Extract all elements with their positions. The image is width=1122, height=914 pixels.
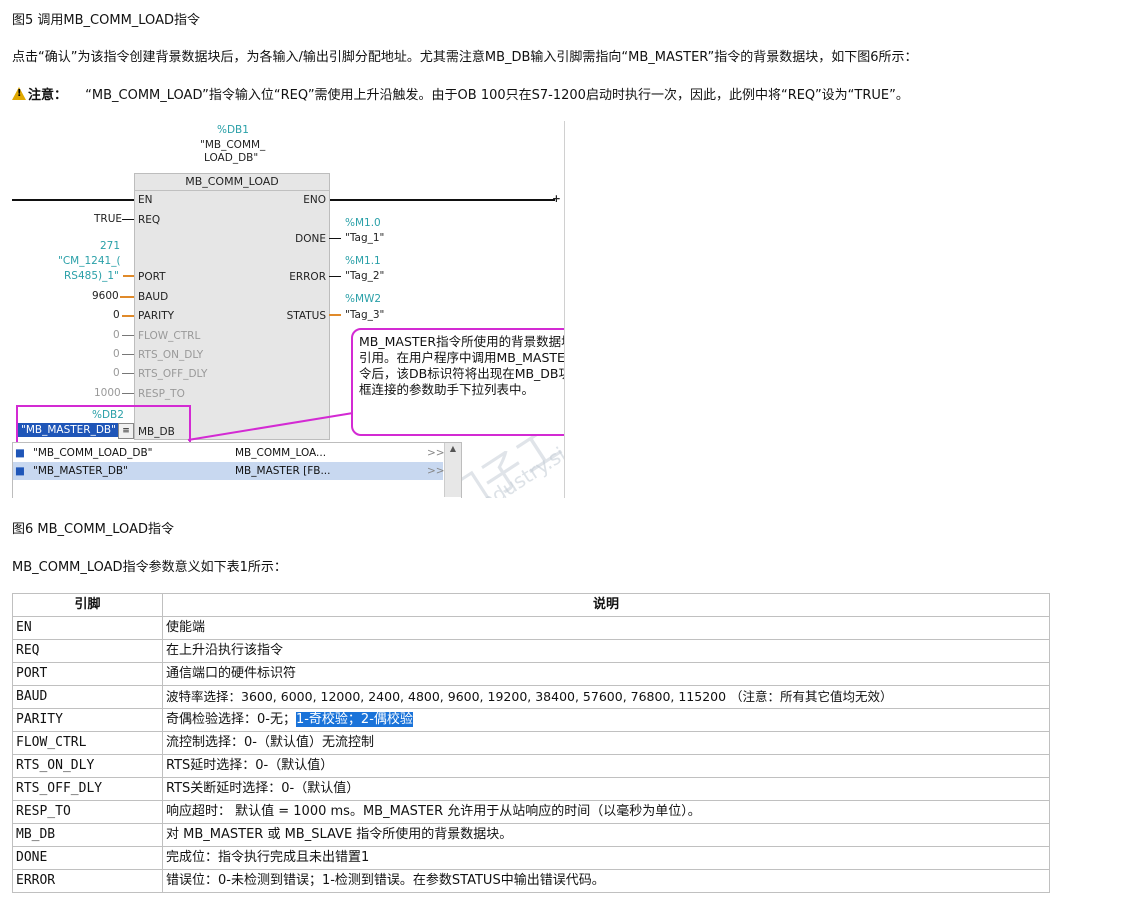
paragraph-intro: 点击“确认”为该指令创建背景数据块后，为各输入/输出引脚分配地址。尤其需注意MB… <box>12 50 918 65</box>
table-row: FLOW_CTRL 流控制选择：0-（默认值）无流控制 <box>12 731 1050 755</box>
table-row: RTS_ON_DLY RTS延时选择：0-（默认值） <box>12 754 1050 778</box>
note-label: 注意： <box>28 88 68 103</box>
cell-pin: PORT <box>12 662 163 686</box>
cell-pin: ERROR <box>12 869 163 893</box>
dropdown-item-name: "MB_COMM_LOAD_DB" <box>33 447 153 459</box>
note-line: 注意： “MB_COMM_LOAD”指令输入位“REQ”需使用上升沿触发。由于O… <box>12 84 909 103</box>
dropdown-item-more[interactable]: >> <box>427 444 445 462</box>
table-row: ERROR 错误位：0-未检测到错误；1-检测到错误。在参数STATUS中输出错误… <box>12 869 1050 893</box>
table-row: EN 使能端 <box>12 616 1050 640</box>
table-row: REQ 在上升沿执行该指令 <box>12 639 1050 663</box>
cell-pin: REQ <box>12 639 163 663</box>
callout-note: MB_MASTER指令所使用的背景数据块的引用。在用户程序中调用MB_MASTE… <box>351 328 564 436</box>
cell-desc: 在上升沿执行该指令 <box>162 639 1050 663</box>
cell-desc: RTS关断延时选择：0-（默认值） <box>162 777 1050 801</box>
cell-desc-text: 奇偶检验选择：0-无； <box>166 712 296 727</box>
cell-pin: EN <box>12 616 163 640</box>
table-row: RTS_OFF_DLY RTS关断延时选择：0-（默认值） <box>12 777 1050 801</box>
cell-pin: PARITY <box>12 708 163 732</box>
table-row: PARITY 奇偶检验选择：0-无；1-奇校验；2-偶校验 <box>12 708 1050 732</box>
cell-pin: FLOW_CTRL <box>12 731 163 755</box>
fig5-caption: 图5 调用MB_COMM_LOAD指令 <box>12 13 200 28</box>
cell-pin: BAUD <box>12 685 163 709</box>
mb-comm-load-diagram: 西门子工业 技术论坛 support.industry.siemens.com/… <box>12 121 565 498</box>
cell-desc: RTS延时选择：0-（默认值） <box>162 754 1050 778</box>
header-pin: 引脚 <box>12 593 163 617</box>
cell-desc: 对 MB_MASTER 或 MB_SLAVE 指令所使用的背景数据块。 <box>162 823 1050 847</box>
selected-text-highlight[interactable]: 1-奇校验；2-偶校验 <box>295 712 413 727</box>
table-intro: MB_COMM_LOAD指令参数意义如下表1所示： <box>12 560 287 575</box>
cell-desc: 使能端 <box>162 616 1050 640</box>
table-row: DONE 完成位：指令执行完成且未出错置1 <box>12 846 1050 870</box>
cell-desc: 波特率选择：3600, 6000, 12000, 2400, 4800, 960… <box>162 685 1050 709</box>
cell-desc: 流控制选择：0-（默认值）无流控制 <box>162 731 1050 755</box>
header-desc: 说明 <box>162 593 1050 617</box>
cell-desc: 错误位：0-未检测到错误；1-检测到错误。在参数STATUS中输出错误代码。 <box>162 869 1050 893</box>
dropdown-item-type: MB_MASTER [FB... <box>235 465 331 477</box>
dropdown-item-selected[interactable]: ■ "MB_MASTER_DB" MB_MASTER [FB... >> <box>13 462 445 480</box>
note-text: “MB_COMM_LOAD”指令输入位“REQ”需使用上升沿触发。由于OB 10… <box>85 88 909 103</box>
dropdown-item[interactable]: ■ "MB_COMM_LOAD_DB" MB_COMM_LOA... >> <box>13 444 445 462</box>
cell-desc: 通信端口的硬件标识符 <box>162 662 1050 686</box>
dropdown-item-name: "MB_MASTER_DB" <box>33 465 128 477</box>
dropdown-item-more[interactable]: >> <box>427 462 445 480</box>
cell-pin: RTS_ON_DLY <box>12 754 163 778</box>
scroll-up-icon[interactable]: ▲ <box>445 443 461 455</box>
table-row: PORT 通信端口的硬件标识符 <box>12 662 1050 686</box>
cell-desc: 奇偶检验选择：0-无；1-奇校验；2-偶校验 <box>162 708 1050 732</box>
table-row: MB_DB 对 MB_MASTER 或 MB_SLAVE 指令所使用的背景数据块。 <box>12 823 1050 847</box>
warning-icon <box>12 87 26 100</box>
table-row: BAUD 波特率选择：3600, 6000, 12000, 2400, 4800,… <box>12 685 1050 709</box>
parameter-table: 引脚 说明 EN 使能端 REQ 在上升沿执行该指令 PORT 通信端口的硬件标识符 … <box>12 593 1050 893</box>
cell-pin: MB_DB <box>12 823 163 847</box>
dropdown-item-type: MB_COMM_LOA... <box>235 447 327 459</box>
parameter-dropdown[interactable]: ■ "MB_COMM_LOAD_DB" MB_COMM_LOA... >> ■ … <box>12 442 462 498</box>
table-header-row: 引脚 说明 <box>12 593 1050 617</box>
db-icon: ■ <box>15 465 25 477</box>
dropdown-scrollbar[interactable]: ▲ <box>444 443 461 497</box>
cell-pin: DONE <box>12 846 163 870</box>
cell-desc: 响应超时： 默认值 = 1000 ms。MB_MASTER 允许用于从站响应的时… <box>162 800 1050 824</box>
fig6-caption: 图6 MB_COMM_LOAD指令 <box>12 522 174 537</box>
cell-pin: RTS_OFF_DLY <box>12 777 163 801</box>
db-icon: ■ <box>15 447 25 459</box>
cell-desc: 完成位：指令执行完成且未出错置1 <box>162 846 1050 870</box>
table-row: RESP_TO 响应超时： 默认值 = 1000 ms。MB_MASTER 允许用… <box>12 800 1050 824</box>
cell-pin: RESP_TO <box>12 800 163 824</box>
